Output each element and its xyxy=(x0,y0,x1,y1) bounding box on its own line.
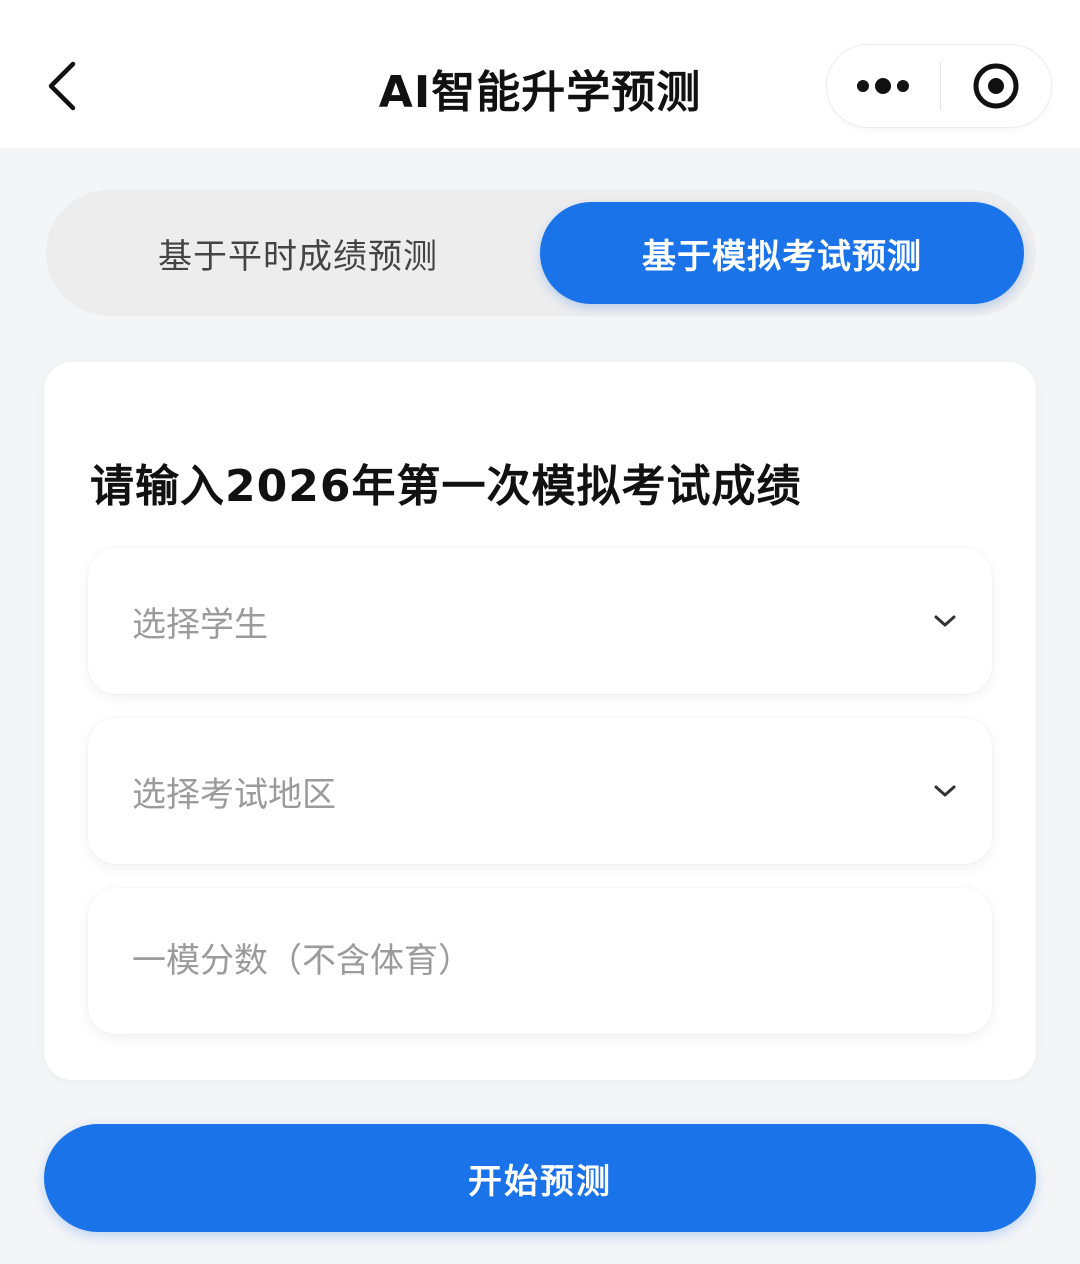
exam-region-select[interactable]: 选择考试地区 xyxy=(88,718,992,864)
more-dots-icon xyxy=(857,78,910,94)
mini-program-capsule xyxy=(826,44,1052,128)
app-page: AI智能升学预测 基于平时成绩预测 基于模拟考试预测 请输入2026年第一次模拟… xyxy=(0,0,1080,1264)
student-select-placeholder: 选择学生 xyxy=(132,604,268,645)
start-prediction-button[interactable]: 开始预测 xyxy=(44,1124,1036,1232)
form-title: 请输入2026年第一次模拟考试成绩 xyxy=(90,461,802,512)
mock-score-field[interactable] xyxy=(88,888,992,1034)
exam-region-select-placeholder: 选择考试地区 xyxy=(132,774,336,815)
chevron-down-icon xyxy=(928,774,962,808)
prediction-mode-tabs: 基于平时成绩预测 基于模拟考试预测 xyxy=(46,190,1036,316)
student-select[interactable]: 选择学生 xyxy=(88,548,992,694)
more-button[interactable] xyxy=(827,45,940,127)
target-close-icon xyxy=(973,63,1019,109)
tab-regular-score-prediction[interactable]: 基于平时成绩预测 xyxy=(58,202,538,304)
chevron-down-icon xyxy=(928,604,962,638)
close-button[interactable] xyxy=(940,45,1051,127)
mock-score-input[interactable] xyxy=(132,941,962,981)
tab-mock-exam-prediction[interactable]: 基于模拟考试预测 xyxy=(540,202,1024,304)
score-form-card: 请输入2026年第一次模拟考试成绩 选择学生 选择考试地区 xyxy=(44,362,1036,1080)
nav-bar: AI智能升学预测 xyxy=(0,0,1080,148)
